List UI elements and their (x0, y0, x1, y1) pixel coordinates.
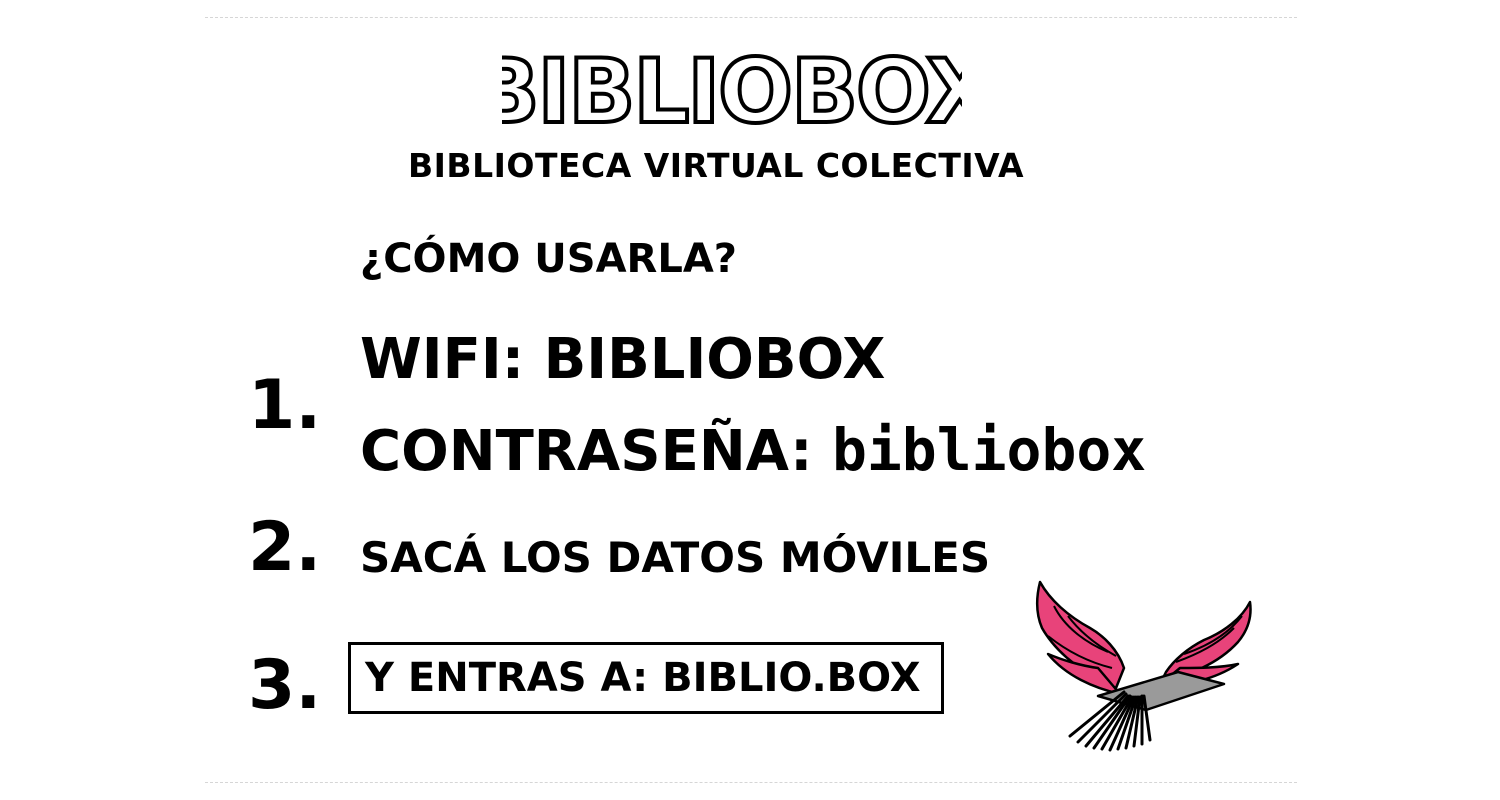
top-divider (205, 17, 1297, 18)
bottom-divider (205, 782, 1297, 783)
step-3-text: Y ENTRAS A: BIBLIO.BOX (365, 655, 921, 701)
step-number-3: 3. (248, 646, 322, 725)
left-wing (1036, 580, 1126, 696)
step-2-text: SACÁ LOS DATOS MÓVILES (360, 533, 991, 582)
step-number-1: 1. (248, 366, 322, 445)
password-label: CONTRASEÑA: (360, 419, 832, 484)
url-box: Y ENTRAS A: BIBLIO.BOX (348, 642, 944, 714)
subtitle: BIBLIOTECA VIRTUAL COLECTIVA (408, 146, 1025, 185)
instructions-heading: ¿CÓMO USARLA? (360, 236, 737, 282)
wifi-password-line: CONTRASEÑA: bibliobox (360, 415, 1146, 487)
step-number-2: 2. (248, 508, 322, 587)
password-value: bibliobox (831, 416, 1147, 484)
logo-text: BIBLIOBOX (502, 40, 962, 140)
winged-book-icon (1028, 576, 1260, 752)
wifi-network-label: WIFI: BIBLIOBOX (360, 327, 886, 392)
bibliobox-logo: BIBLIOBOX (502, 40, 962, 140)
